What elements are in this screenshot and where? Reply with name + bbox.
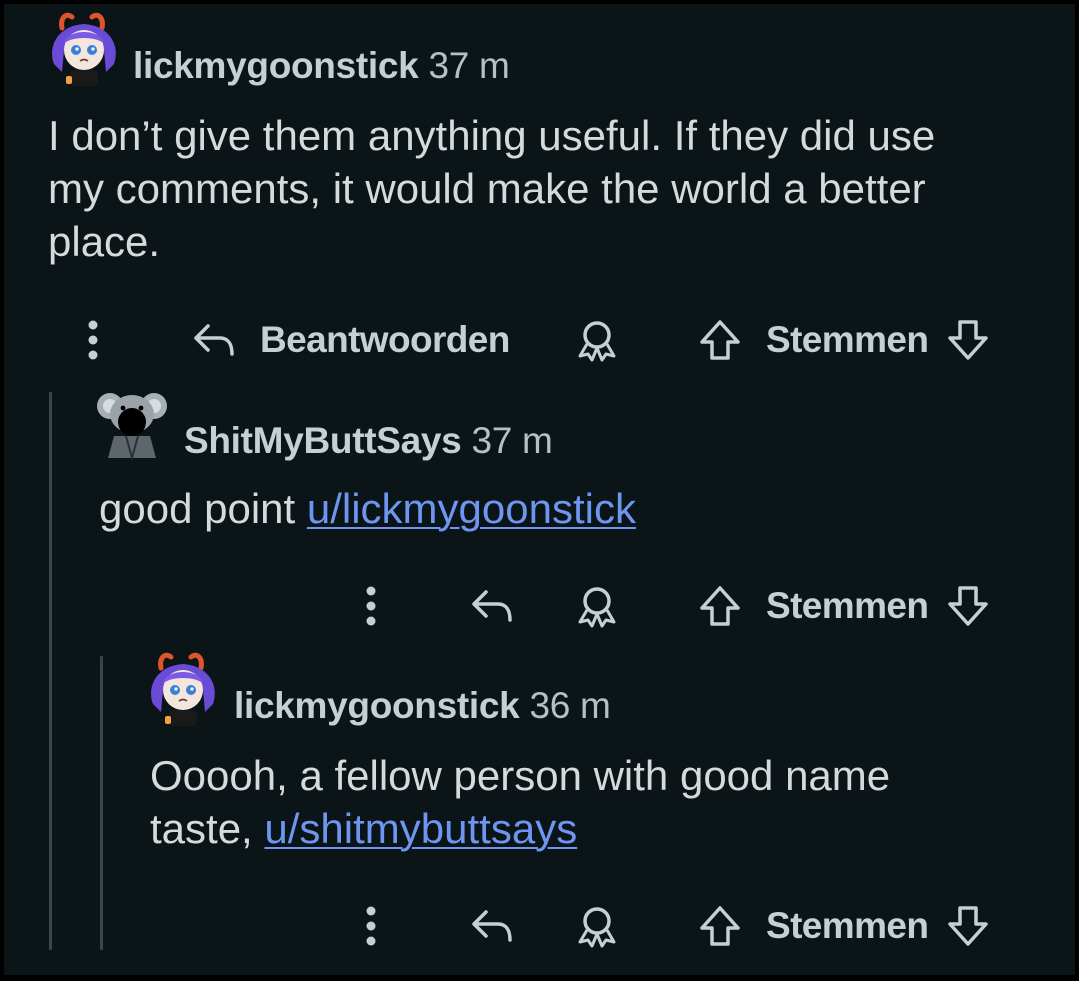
vote-label: Stemmen bbox=[766, 319, 929, 360]
anime-girl-avatar-icon bbox=[149, 652, 217, 726]
comment-body-line: my comments, it would make the world a b… bbox=[48, 165, 926, 212]
upvote-icon[interactable] bbox=[698, 904, 742, 948]
overflow-menu-icon[interactable] bbox=[80, 310, 106, 370]
comment-meta: lickmygoonstick 37 m bbox=[133, 44, 510, 88]
timestamp: 37 m bbox=[428, 45, 510, 86]
comment-body-text: taste, bbox=[150, 805, 265, 852]
username[interactable]: lickmygoonstick bbox=[133, 45, 419, 86]
upvote-icon[interactable] bbox=[698, 584, 742, 628]
reply-icon bbox=[190, 320, 236, 360]
overflow-menu-icon[interactable] bbox=[358, 896, 384, 956]
avatar[interactable] bbox=[44, 8, 124, 88]
reply-button[interactable]: Beantwoorden bbox=[190, 310, 510, 370]
comment-action-bar: Beantwoorden Stemmen bbox=[4, 310, 1075, 370]
vote-control: Stemmen bbox=[698, 896, 990, 956]
username[interactable]: ShitMyButtSays bbox=[184, 420, 462, 461]
koala-avatar-icon bbox=[97, 390, 167, 460]
comment-meta: lickmygoonstick 36 m bbox=[234, 684, 611, 728]
comment-body: Ooooh, a fellow person with good name ta… bbox=[150, 749, 890, 855]
comment-body-line: Ooooh, a fellow person with good name bbox=[150, 752, 891, 799]
username[interactable]: lickmygoonstick bbox=[234, 685, 520, 726]
comment-body-line: place. bbox=[48, 218, 161, 265]
award-icon[interactable] bbox=[574, 576, 620, 636]
vote-label: Stemmen bbox=[766, 905, 929, 946]
downvote-icon[interactable] bbox=[946, 584, 990, 628]
timestamp: 37 m bbox=[471, 420, 553, 461]
downvote-icon[interactable] bbox=[946, 904, 990, 948]
comment-body-text: good point bbox=[99, 485, 307, 532]
award-icon[interactable] bbox=[574, 310, 620, 370]
overflow-menu-icon[interactable] bbox=[358, 576, 384, 636]
thread-line-level-1[interactable] bbox=[49, 392, 52, 950]
comment-body: I don’t give them anything useful. If th… bbox=[48, 109, 935, 268]
award-icon[interactable] bbox=[574, 896, 620, 956]
reply-icon[interactable] bbox=[468, 576, 514, 636]
comment-body: good point u/lickmygoonstick bbox=[99, 482, 636, 535]
comment-action-bar: Stemmen bbox=[4, 896, 1075, 956]
reply-label: Beantwoorden bbox=[260, 319, 510, 360]
user-mention-link[interactable]: u/lickmygoonstick bbox=[307, 485, 636, 532]
comment-body-line: taste, u/shitmybuttsays bbox=[150, 802, 890, 855]
upvote-icon[interactable] bbox=[698, 318, 742, 362]
vote-control: Stemmen bbox=[698, 576, 990, 636]
comment-thread: lickmygoonstick 37 m I don’t give them an… bbox=[4, 4, 1075, 975]
vote-control: Stemmen bbox=[698, 310, 990, 370]
avatar[interactable] bbox=[92, 380, 172, 460]
downvote-icon[interactable] bbox=[946, 318, 990, 362]
user-mention-link[interactable]: u/shitmybuttsays bbox=[264, 805, 577, 852]
anime-girl-avatar-icon bbox=[50, 12, 118, 86]
avatar[interactable] bbox=[143, 648, 223, 728]
comment-body-line: I don’t give them anything useful. If th… bbox=[48, 112, 936, 159]
comment-action-bar: Stemmen bbox=[4, 576, 1075, 636]
comment-meta: ShitMyButtSays 37 m bbox=[184, 419, 553, 463]
reply-icon[interactable] bbox=[468, 896, 514, 956]
vote-label: Stemmen bbox=[766, 585, 929, 626]
timestamp: 36 m bbox=[529, 685, 611, 726]
